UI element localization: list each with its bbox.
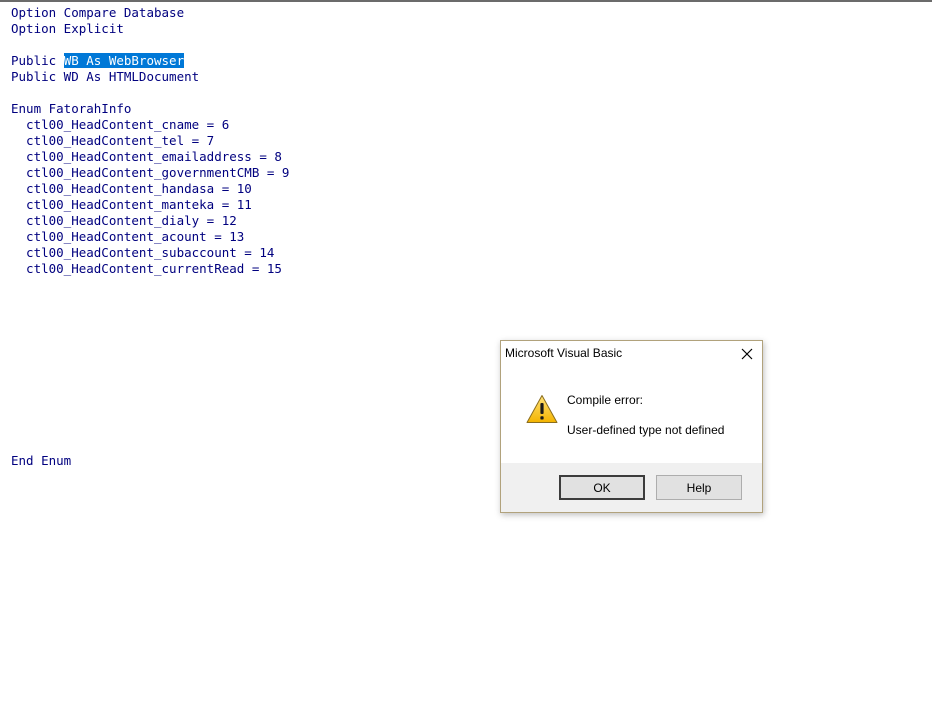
help-button[interactable]: Help xyxy=(656,475,742,500)
code-line[interactable]: Enum FatorahInfo xyxy=(11,101,131,117)
code-line[interactable]: ctl00_HeadContent_tel = 7 xyxy=(11,133,214,149)
ok-button[interactable]: OK xyxy=(559,475,645,500)
code-line[interactable]: ctl00_HeadContent_subaccount = 14 xyxy=(11,245,274,261)
error-heading: Compile error: xyxy=(567,393,644,407)
code-line[interactable]: ctl00_HeadContent_governmentCMB = 9 xyxy=(11,165,289,181)
warning-icon xyxy=(526,394,558,424)
selected-text[interactable]: WB As WebBrowser xyxy=(63,53,185,68)
dialog-footer: OK Help xyxy=(501,463,762,512)
close-icon xyxy=(741,348,753,360)
code-line[interactable]: Option Explicit xyxy=(11,21,124,37)
compile-error-dialog: Microsoft Visual Basic Compile error: Us… xyxy=(500,340,763,513)
code-line[interactable]: ctl00_HeadContent_manteka = 11 xyxy=(11,197,252,213)
code-line[interactable]: ctl00_HeadContent_cname = 6 xyxy=(11,117,229,133)
code-text: Public xyxy=(11,53,64,68)
close-button[interactable] xyxy=(738,345,756,363)
code-line[interactable]: ctl00_HeadContent_handasa = 10 xyxy=(11,181,252,197)
error-message: User-defined type not defined xyxy=(567,423,725,437)
code-line[interactable]: ctl00_HeadContent_currentRead = 15 xyxy=(11,261,282,277)
code-line[interactable]: ctl00_HeadContent_dialy = 12 xyxy=(11,213,237,229)
code-line[interactable]: End Enum xyxy=(11,453,71,469)
code-editor[interactable]: Option Compare Database Option Explicit … xyxy=(0,2,932,726)
dialog-title: Microsoft Visual Basic xyxy=(505,346,623,360)
code-line[interactable]: ctl00_HeadContent_emailaddress = 8 xyxy=(11,149,282,165)
code-line[interactable]: Option Compare Database xyxy=(11,5,184,21)
code-line[interactable]: ctl00_HeadContent_acount = 13 xyxy=(11,229,244,245)
code-line[interactable]: Public WB As WebBrowser xyxy=(11,53,185,69)
code-line[interactable]: Public WD As HTMLDocument xyxy=(11,69,199,85)
